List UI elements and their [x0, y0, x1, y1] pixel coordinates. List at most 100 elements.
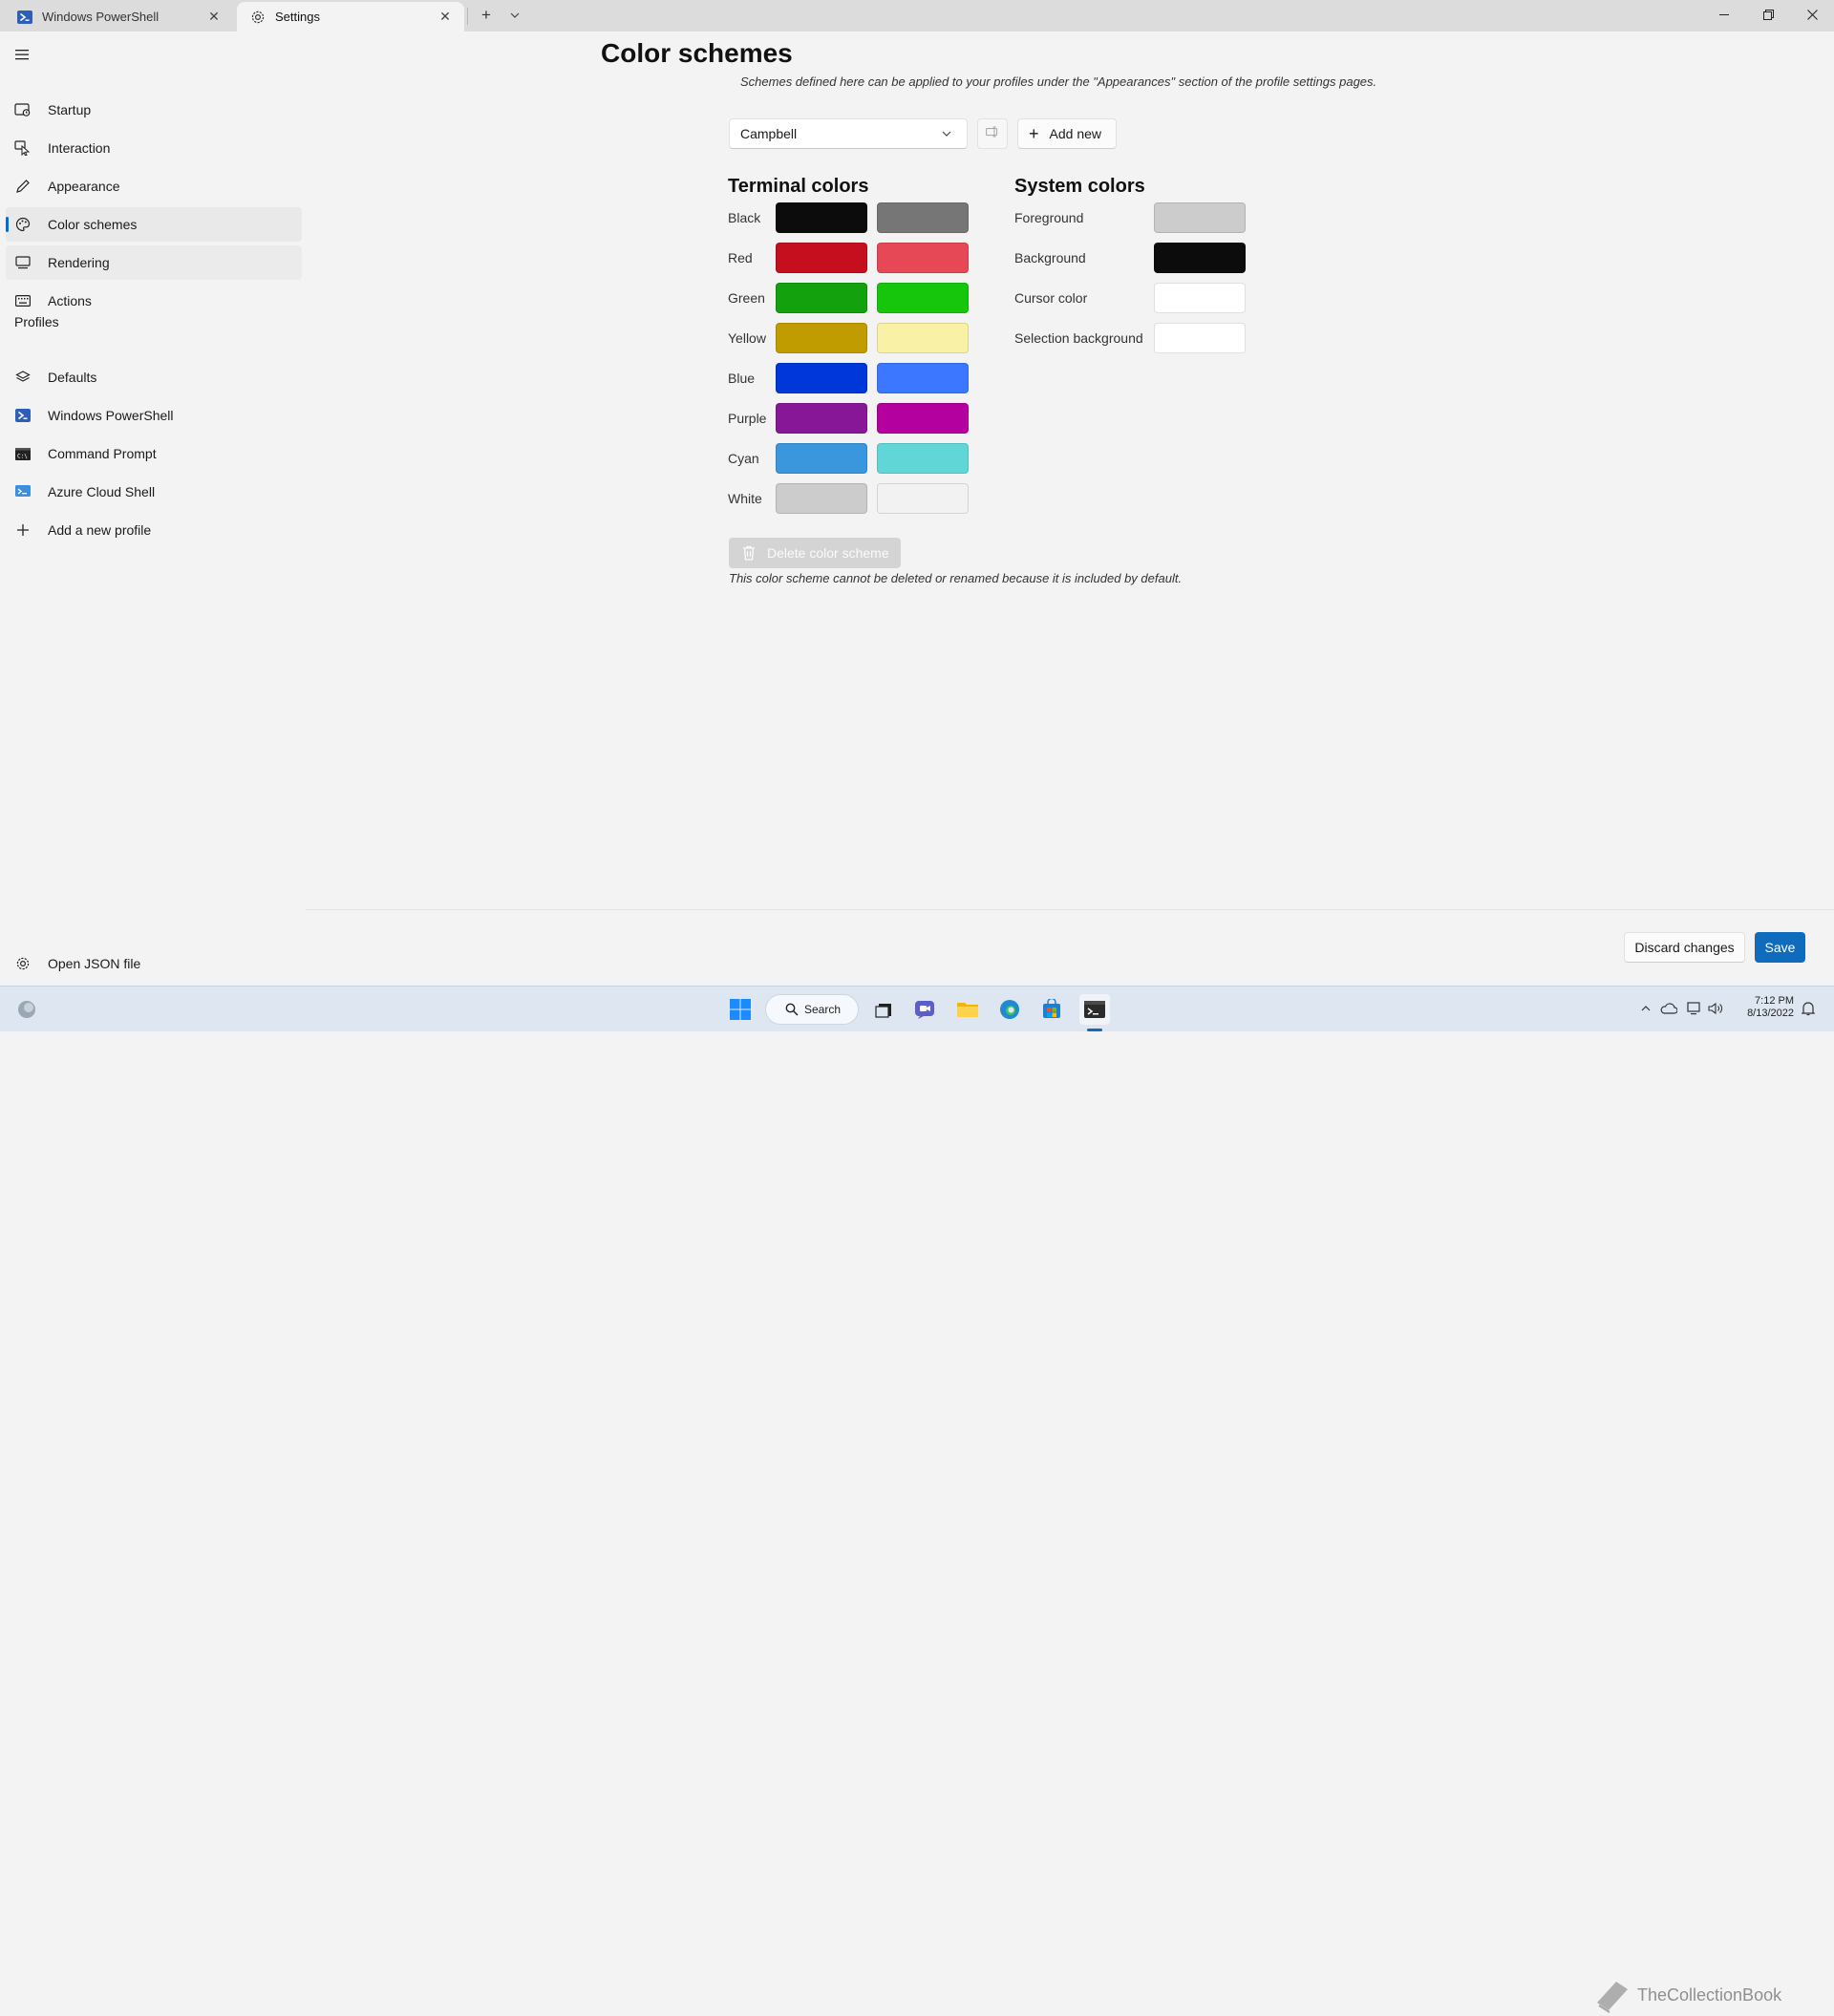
tab-divider — [467, 8, 468, 25]
trash-icon — [740, 544, 757, 562]
chevron-down-icon[interactable] — [504, 5, 525, 26]
color-swatch-normal[interactable] — [776, 443, 867, 474]
color-swatch-bright[interactable] — [877, 363, 969, 393]
color-swatch-normal[interactable] — [776, 363, 867, 393]
chevron-up-icon[interactable] — [1637, 1000, 1654, 1017]
close-window-button[interactable] — [1790, 0, 1834, 30]
system-color-swatch[interactable] — [1154, 243, 1246, 273]
notification-bell-icon[interactable] — [1800, 1000, 1817, 1017]
new-tab-button[interactable]: + — [476, 5, 497, 26]
terminal-color-label: Yellow — [728, 330, 766, 346]
powershell-icon — [17, 10, 32, 25]
delete-note: This color scheme cannot be deleted or r… — [729, 571, 1183, 585]
color-swatch-bright[interactable] — [877, 483, 969, 514]
system-color-swatch[interactable] — [1154, 202, 1246, 233]
color-swatch-normal[interactable] — [776, 483, 867, 514]
terminal-icon[interactable] — [1079, 994, 1110, 1025]
gear-icon — [14, 955, 32, 972]
page-title: Color schemes — [601, 38, 793, 68]
rename-scheme-button[interactable] — [977, 118, 1008, 149]
close-tab-icon[interactable]: ✕ — [436, 8, 455, 27]
color-swatch-bright[interactable] — [877, 403, 969, 434]
selection-indicator — [6, 217, 9, 232]
color-swatch-normal[interactable] — [776, 283, 867, 313]
sidebar-item-appearance[interactable]: Appearance — [6, 169, 302, 203]
color-swatch-normal[interactable] — [776, 323, 867, 353]
sidebar-item-defaults[interactable]: Defaults — [6, 360, 302, 394]
sidebar-item-label: Open JSON file — [48, 956, 141, 971]
sidebar-item-label: Color schemes — [48, 217, 138, 232]
weather-icon[interactable] — [11, 994, 42, 1025]
sidebar-item-label: Defaults — [48, 370, 97, 385]
network-icon[interactable] — [1686, 1000, 1703, 1017]
system-color-label: Cursor color — [1014, 290, 1088, 306]
discard-changes-button[interactable]: Discard changes — [1624, 932, 1745, 963]
terminal-color-label: Blue — [728, 371, 756, 386]
pen-icon — [14, 178, 32, 195]
sidebar-item-label: Azure Cloud Shell — [48, 484, 156, 499]
gear-icon — [250, 10, 266, 25]
add-new-scheme-button[interactable]: + Add new — [1017, 118, 1117, 149]
title-bar: Windows PowerShell ✕ Settings ✕ + — [0, 0, 1834, 32]
azure-icon — [14, 483, 32, 500]
onedrive-icon[interactable] — [1660, 1000, 1677, 1017]
color-swatch-bright[interactable] — [877, 202, 969, 233]
terminal-color-label: Red — [728, 250, 753, 265]
color-swatch-bright[interactable] — [877, 443, 969, 474]
clock-date[interactable]: 8/13/2022 — [1737, 1008, 1794, 1019]
profiles-header: Profiles — [14, 314, 59, 329]
edge-icon[interactable] — [994, 994, 1025, 1025]
minimize-button[interactable] — [1702, 0, 1746, 30]
restore-button[interactable] — [1746, 0, 1790, 30]
task-view-icon[interactable] — [869, 994, 900, 1025]
color-swatch-normal[interactable] — [776, 202, 867, 233]
palette-icon — [14, 216, 32, 233]
terminal-color-label: Black — [728, 210, 761, 225]
sidebar-item-command-prompt[interactable]: C:\ Command Prompt — [6, 436, 302, 471]
file-explorer-icon[interactable] — [952, 994, 983, 1025]
color-swatch-bright[interactable] — [877, 323, 969, 353]
taskbar-search[interactable]: Search — [765, 994, 859, 1025]
color-swatch-bright[interactable] — [877, 283, 969, 313]
tab-settings[interactable]: Settings ✕ — [237, 2, 464, 32]
system-color-label: Selection background — [1014, 330, 1143, 346]
system-color-swatch[interactable] — [1154, 323, 1246, 353]
system-color-swatch[interactable] — [1154, 283, 1246, 313]
sidebar-item-actions[interactable]: Actions — [6, 284, 302, 318]
taskbar-search-label: Search — [804, 1003, 842, 1016]
open-json-file-button[interactable]: Open JSON file — [6, 946, 302, 981]
sidebar-item-add-new-profile[interactable]: Add a new profile — [6, 513, 302, 547]
delete-label: Delete color scheme — [767, 545, 889, 561]
volume-icon[interactable] — [1707, 1000, 1724, 1017]
store-icon[interactable] — [1036, 994, 1067, 1025]
sidebar-item-interaction[interactable]: Interaction — [6, 131, 302, 165]
watermark-text: TheCollectionBook — [1637, 1984, 1782, 2005]
color-swatch-normal[interactable] — [776, 243, 867, 273]
sidebar-item-startup[interactable]: Startup — [6, 93, 302, 127]
color-scheme-dropdown[interactable]: Campbell — [729, 118, 968, 149]
plus-icon — [14, 521, 32, 539]
chat-icon[interactable] — [910, 994, 941, 1025]
clock-time[interactable]: 7:12 PM — [1737, 994, 1794, 1008]
tab-windows-powershell[interactable]: Windows PowerShell ✕ — [4, 2, 233, 32]
hamburger-menu-icon[interactable] — [13, 47, 32, 62]
plus-icon: + — [1029, 124, 1039, 143]
color-swatch-normal[interactable] — [776, 403, 867, 434]
keyboard-icon — [14, 292, 32, 309]
sidebar-item-color-schemes[interactable]: Color schemes — [6, 207, 302, 242]
delete-color-scheme-button[interactable]: Delete color scheme — [729, 538, 901, 568]
color-swatch-bright[interactable] — [877, 243, 969, 273]
sidebar-item-windows-powershell[interactable]: Windows PowerShell — [6, 398, 302, 433]
close-tab-icon[interactable]: ✕ — [204, 8, 224, 27]
sidebar-item-label: Windows PowerShell — [48, 408, 174, 423]
sidebar-item-rendering[interactable]: Rendering — [6, 245, 302, 280]
sidebar-item-azure-cloud-shell[interactable]: Azure Cloud Shell — [6, 475, 302, 509]
system-color-label: Background — [1014, 250, 1086, 265]
start-icon[interactable] — [725, 994, 756, 1025]
save-button[interactable]: Save — [1755, 932, 1805, 963]
terminal-colors-title: Terminal colors — [728, 176, 869, 197]
sidebar: Startup Interaction Appearance Color sch… — [0, 32, 306, 985]
taskbar: Search TheCollectionBook — [0, 986, 1834, 2013]
sidebar-item-label: Startup — [48, 102, 92, 117]
page-description: Schemes defined here can be applied to y… — [740, 74, 1377, 89]
